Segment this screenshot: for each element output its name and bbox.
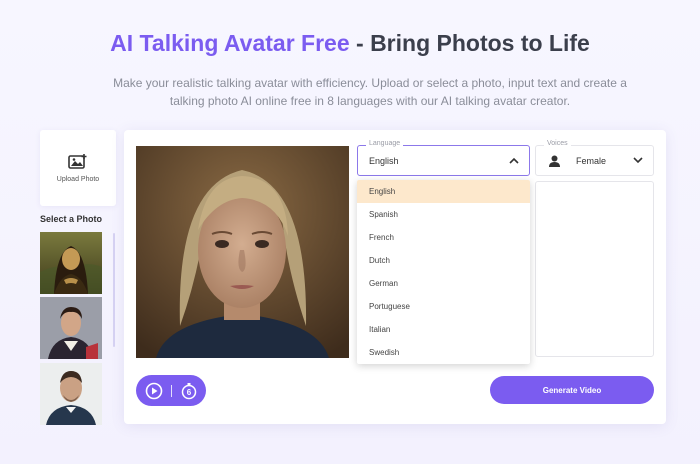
page-subtitle: Make your realistic talking avatar with … [113,76,627,108]
language-option[interactable]: Swedish [357,341,530,364]
photo-list-scrollbar[interactable] [113,233,115,347]
playback-controls: 6 [136,375,206,406]
text-input-area[interactable] [535,181,654,357]
person-icon [549,155,560,167]
title-accent: AI Talking Avatar Free [110,30,350,56]
language-option[interactable]: Spanish [357,203,530,226]
photo-sidebar: Upload Photo Select a Photo [40,130,116,464]
language-option[interactable]: Italian [357,318,530,341]
generate-video-button[interactable]: Generate Video [490,376,654,404]
photo-thumb-man-portrait[interactable] [40,363,102,425]
language-option[interactable]: English [357,180,530,203]
voice-select[interactable]: Voices Female [535,140,654,176]
photo-thumb-napoleon[interactable] [40,297,102,359]
language-option[interactable]: Dutch [357,249,530,272]
timer-icon[interactable]: 6 [179,381,199,401]
language-label: Language [366,140,404,147]
page-title: AI Talking Avatar Free - Bring Photos to… [0,30,700,57]
select-photo-label: Select a Photo [40,214,103,224]
play-icon[interactable] [144,381,164,401]
avatar-preview [136,146,349,358]
language-option[interactable]: Portuguese [357,295,530,318]
language-dropdown-menu: English Spanish French Dutch German Port… [357,180,530,364]
photo-thumb-mona-lisa[interactable] [40,232,102,294]
upload-photo-button[interactable]: Upload Photo [40,130,116,206]
language-selected-value: English [369,156,399,166]
title-rest: - Bring Photos to Life [349,30,590,56]
controls-divider [170,384,172,397]
upload-photo-label: Upload Photo [56,175,100,183]
voice-label: Voices [544,140,571,147]
timer-value: 6 [186,388,191,397]
chevron-down-icon [633,157,643,164]
language-select[interactable]: Language English [357,140,530,176]
language-option[interactable]: German [357,272,530,295]
voice-selected-value: Female [576,156,607,166]
chevron-up-icon [509,157,519,164]
image-add-icon [68,153,87,169]
language-option[interactable]: French [357,226,530,249]
